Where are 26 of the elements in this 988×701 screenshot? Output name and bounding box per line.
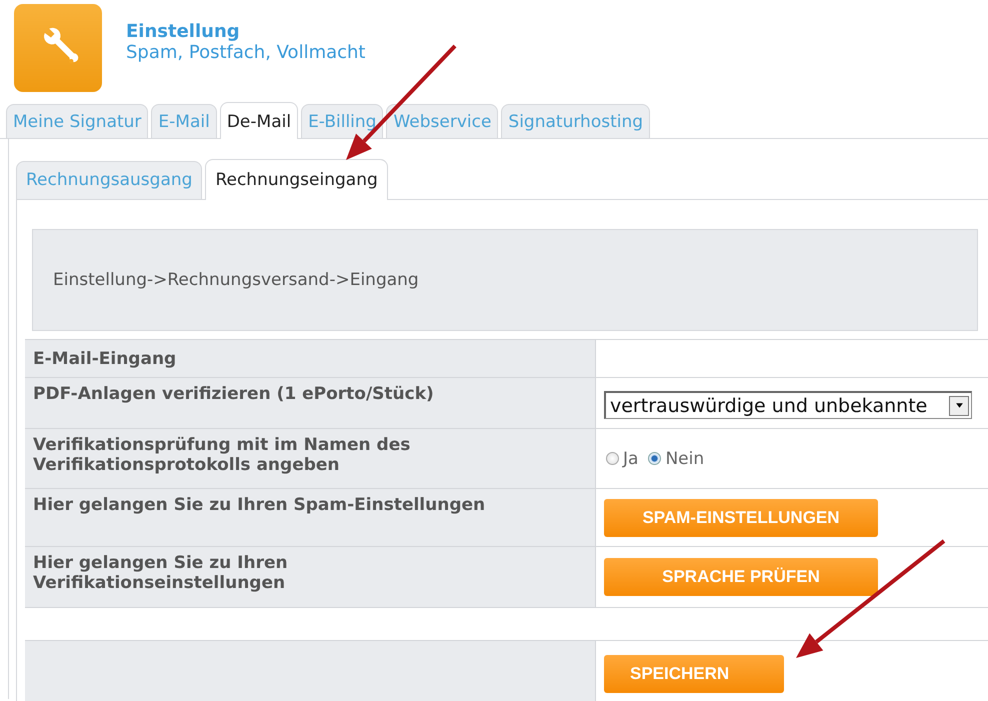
tab[interactable]: Rechnungseingang (205, 159, 388, 200)
action-button[interactable]: SPAM-EINSTELLUNGEN (604, 498, 878, 536)
radio-label[interactable]: Nein (665, 448, 704, 468)
field-label: Verifikationsprüfung mit im Namen des Verifikationsprotokolls angeben (33, 435, 412, 475)
tab[interactable]: Rechnungsausgang (16, 161, 202, 199)
tab[interactable]: Meine Signatur (6, 104, 148, 138)
field-label: Hier gelangen Sie zu Ihren Spam-Einstellungen (33, 495, 486, 515)
dropdown[interactable]: vertrauswürdige und unbekannte (604, 391, 972, 419)
field-label: E-Mail-Eingang (33, 348, 176, 368)
field-label: Hier gelangen Sie zu Ihren Verifikationseinstellungen (33, 553, 289, 593)
radio-label[interactable]: Ja (623, 448, 638, 468)
tab[interactable]: E-Mail (151, 104, 217, 138)
radio-button[interactable] (648, 452, 662, 465)
page-subtitle: Spam, Postfach, Vollmacht (126, 42, 366, 63)
action-button[interactable]: SPRACHE PRÜFEN (604, 558, 878, 596)
dropdown-value: vertrauswürdige und unbekannte (609, 394, 928, 416)
action-button[interactable]: SPEICHERN (604, 655, 784, 693)
radio-button[interactable] (606, 452, 619, 465)
field-label: PDF-Anlagen verifizieren (1 ePorto/Stück) (33, 384, 434, 404)
tab[interactable]: E-Billing (301, 104, 384, 138)
tab[interactable]: Signaturhosting (501, 104, 650, 138)
breadcrumb: Einstellung->Rechnungsversand->Eingang (53, 270, 419, 290)
tab[interactable]: Webservice (386, 104, 498, 138)
settings-tile-icon (14, 4, 102, 92)
tab[interactable]: De-Mail (220, 102, 298, 139)
page-title: Einstellung (126, 21, 241, 42)
